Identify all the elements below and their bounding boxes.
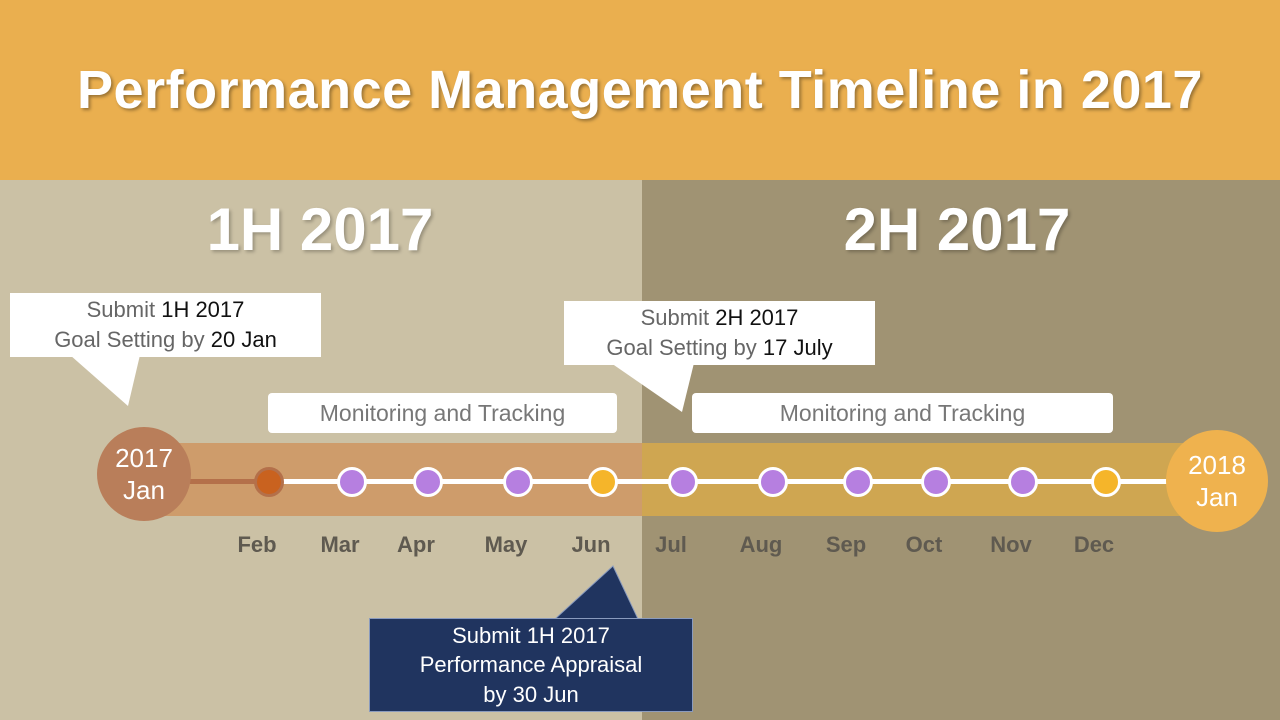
- month-dot-jun: [588, 467, 618, 497]
- appraisal-callout: Submit 1H 2017 Performance Appraisal by …: [369, 618, 693, 712]
- month-dot-mar: [337, 467, 367, 497]
- page-title: Performance Management Timeline in 2017: [77, 60, 1203, 120]
- month-dot-jul: [668, 467, 698, 497]
- title-bar: Performance Management Timeline in 2017: [0, 0, 1280, 180]
- month-dot-feb: [254, 467, 284, 497]
- goal-2h-line2-emph: 17 July: [762, 334, 833, 360]
- goal-1h-line2: Goal Setting by 20 Jan: [10, 325, 321, 355]
- goal-2h-line2: Goal Setting by 17 July: [564, 333, 875, 363]
- month-label-oct: Oct: [905, 532, 943, 557]
- phase-first-half: Monitoring and Tracking: [268, 393, 617, 433]
- goal-2h-line1-emph: 2H 2017: [715, 305, 799, 330]
- appraisal-line2: Performance Appraisal: [419, 652, 643, 678]
- end-year: 2018: [1188, 449, 1246, 480]
- goal-1h-callout: Submit 1H 2017 Goal Setting by 20 Jan: [10, 293, 321, 357]
- second-half-label: 2H 2017: [843, 196, 1071, 263]
- month-dot-nov: [1008, 467, 1038, 497]
- month-label-dec: Dec: [1073, 532, 1115, 557]
- start-month: Jan: [123, 475, 165, 505]
- goal-1h-line2-emph: 20 Jan: [210, 326, 277, 352]
- start-year: 2017: [115, 442, 173, 473]
- end-month: Jan: [1196, 482, 1238, 512]
- month-dot-apr: [413, 467, 443, 497]
- goal-2h-callout: Submit 2H 2017 Goal Setting by 17 July: [564, 301, 875, 365]
- goal-1h-line1-prefix: Submit: [86, 297, 156, 322]
- goal-2h-line1-prefix: Submit: [640, 305, 710, 330]
- goal-1h-line2-prefix: Goal Setting by: [54, 326, 205, 352]
- month-dot-dec: [1091, 467, 1121, 497]
- month-label-may: May: [484, 532, 528, 557]
- month-label-nov: Nov: [990, 532, 1032, 557]
- month-label-mar: Mar: [320, 532, 360, 557]
- appraisal-line3: by 30 Jun: [483, 681, 579, 707]
- start-endpoint: 2017 Jan: [97, 427, 191, 521]
- phase-second-half: Monitoring and Tracking: [692, 393, 1113, 433]
- month-dot-oct: [921, 467, 951, 497]
- goal-1h-line1: Submit 1H 2017: [10, 295, 321, 325]
- month-label-apr: Apr: [397, 532, 435, 557]
- month-dot-may: [503, 467, 533, 497]
- month-label-feb: Feb: [237, 532, 277, 557]
- appraisal-line1: Submit 1H 2017: [452, 623, 610, 649]
- first-half-label: 1H 2017: [206, 196, 434, 263]
- month-label-sep: Sep: [825, 532, 867, 557]
- goal-1h-line1-emph: 1H 2017: [161, 297, 245, 322]
- goal-2h-line2-prefix: Goal Setting by: [606, 334, 757, 360]
- month-label-jul: Jul: [655, 532, 687, 557]
- month-dot-sep: [843, 467, 873, 497]
- month-label-jun: Jun: [571, 532, 611, 557]
- goal-2h-line1: Submit 2H 2017: [564, 303, 875, 333]
- month-dot-aug: [758, 467, 788, 497]
- month-label-aug: Aug: [739, 532, 783, 557]
- end-endpoint: 2018 Jan: [1166, 430, 1268, 532]
